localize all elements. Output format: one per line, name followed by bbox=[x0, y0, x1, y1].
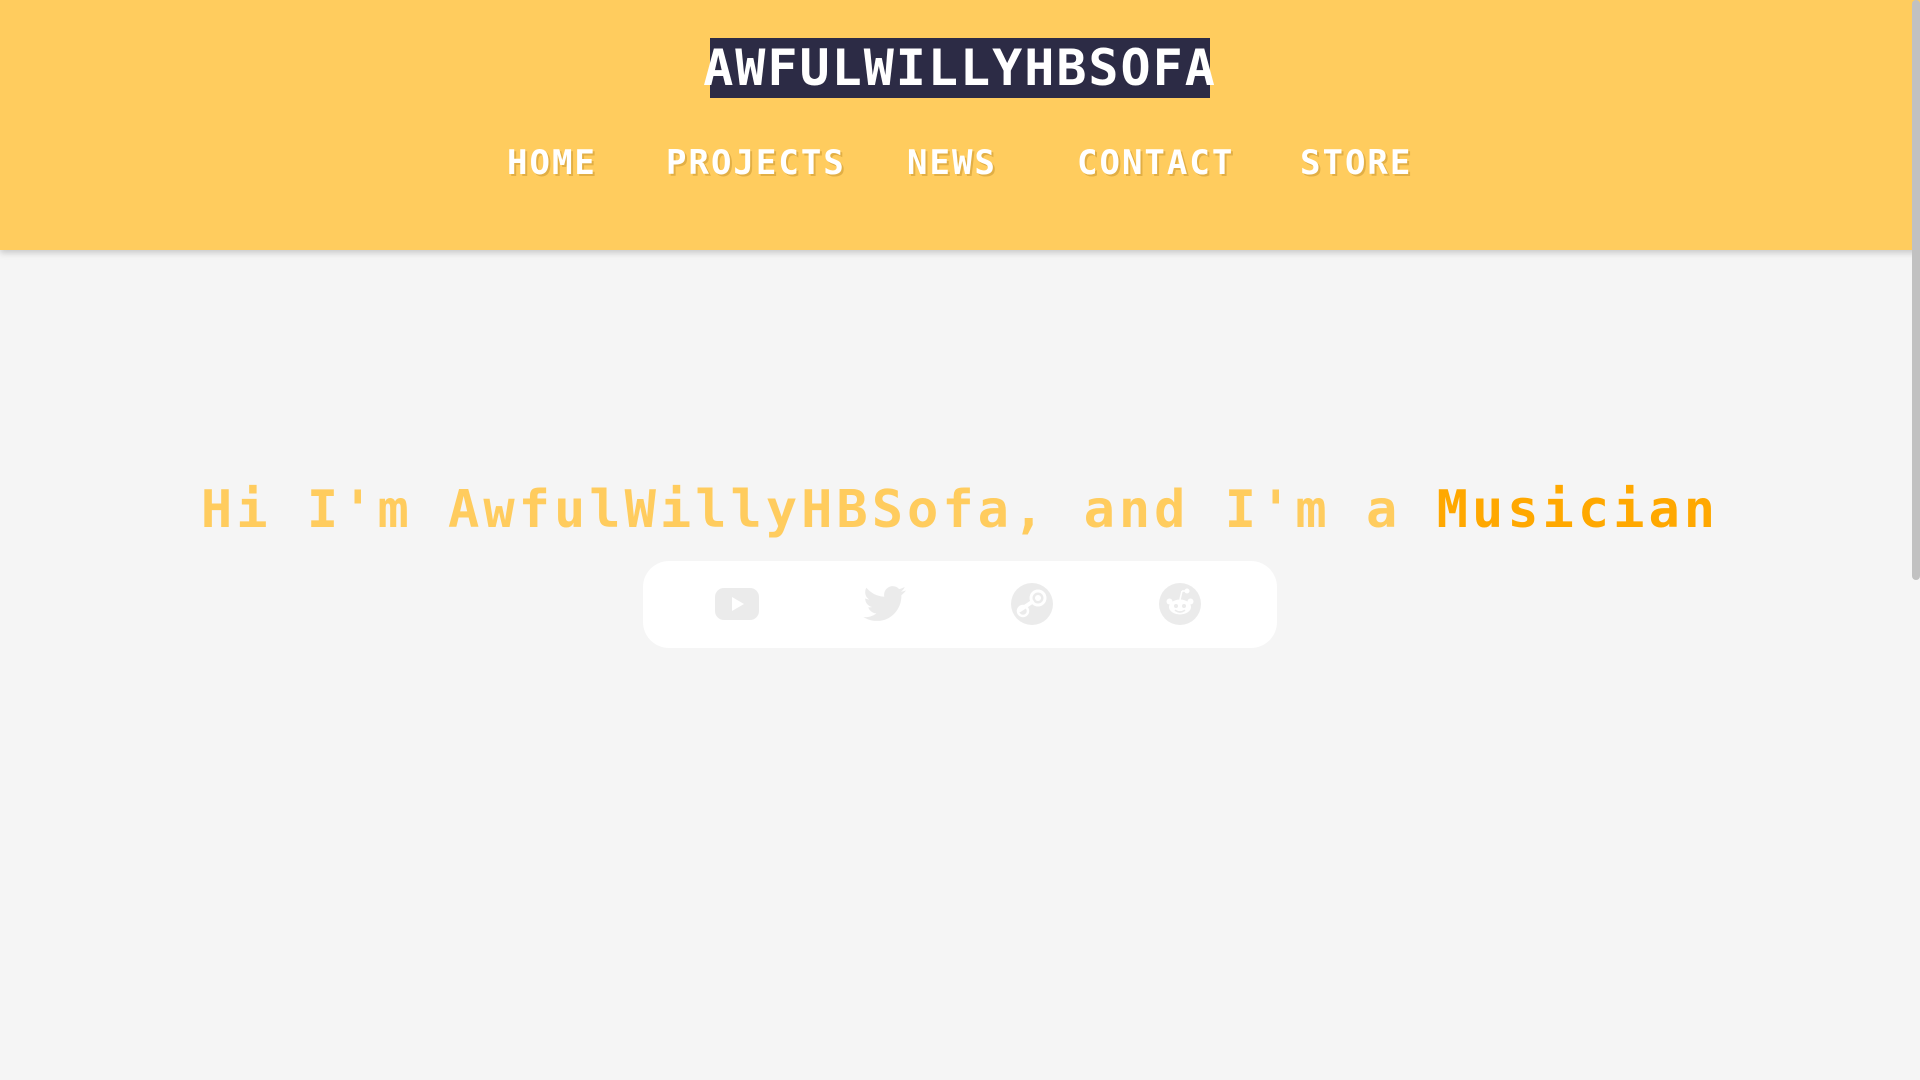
site-header: AwfulWillyHBSofa Home Projects News Cont… bbox=[0, 0, 1920, 250]
main-nav: Home Projects News Contact Store bbox=[0, 138, 1920, 188]
steam-icon[interactable] bbox=[1009, 582, 1055, 626]
hero-intro-text: Hi I'm AwfulWillyHBSofa, and I'm a bbox=[200, 479, 1437, 540]
nav-link-news[interactable]: News bbox=[907, 138, 997, 188]
logo-text: AwfulWillyHBSofa bbox=[703, 39, 1217, 97]
nav-link-home[interactable]: Home bbox=[507, 138, 597, 188]
social-links-bar bbox=[643, 561, 1277, 648]
nav-link-store[interactable]: Store bbox=[1300, 138, 1412, 188]
hero-role-text: Musician bbox=[1436, 479, 1720, 540]
youtube-icon[interactable] bbox=[714, 582, 760, 626]
nav-link-projects[interactable]: Projects bbox=[666, 138, 846, 188]
page-scrollbar[interactable] bbox=[1912, 0, 1920, 580]
nav-link-contact[interactable]: Contact bbox=[1077, 138, 1234, 188]
site-logo[interactable]: AwfulWillyHBSofa bbox=[703, 38, 1215, 98]
twitter-icon[interactable] bbox=[862, 582, 908, 626]
reddit-icon[interactable] bbox=[1157, 582, 1203, 626]
hero-heading: Hi I'm AwfulWillyHBSofa, and I'm a Music… bbox=[0, 475, 1920, 545]
